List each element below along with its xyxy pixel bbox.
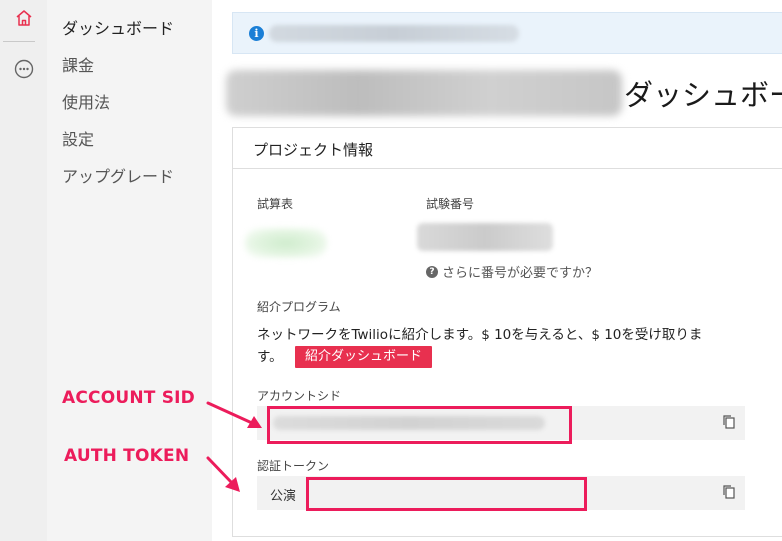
more-button[interactable] [0, 52, 47, 90]
sidebar-item-billing[interactable]: 課金 [62, 52, 94, 76]
account-sid-highlight [267, 406, 572, 444]
project-info-card: プロジェクト情報 試算表 試験番号 ? さらに番号が必要ですか？ 紹介プログラム… [232, 127, 782, 537]
copy-icon[interactable] [721, 484, 737, 500]
more-horizontal-icon [14, 59, 34, 83]
redacted-trial-number [417, 223, 553, 251]
main-content: i ダッシュボー プロジェクト情報 試算表 試験番号 ? さらに番号が必要ですか… [212, 0, 782, 541]
twilio-console: ダッシュボード 課金 使用法 設定 アップグレード i ダッシュボー プロジェク… [0, 0, 782, 541]
trial-number-label: 試験番号 [426, 197, 475, 211]
icon-rail [0, 0, 47, 541]
info-icon: i [249, 26, 264, 41]
account-sid-annotation: ACCOUNT SID [62, 388, 195, 408]
sidebar-item-upgrade[interactable]: アップグレード [62, 163, 174, 187]
sidebar-item-dashboard[interactable]: ダッシュボード [62, 15, 174, 39]
sidebar-item-settings[interactable]: 設定 [62, 126, 94, 150]
account-sid-label: アカウントシド [257, 389, 342, 403]
auth-token-value: 公演 [270, 489, 297, 504]
card-header: プロジェクト情報 [233, 128, 782, 169]
need-more-numbers-text: さらに番号が必要ですか？ [442, 266, 599, 281]
auth-token-label: 認証トークン [257, 459, 330, 473]
info-banner: i [232, 12, 782, 54]
card-title: プロジェクト情報 [253, 141, 374, 159]
page-title: ダッシュボー [624, 78, 782, 112]
trial-label: 試算表 [257, 197, 294, 211]
rail-divider [3, 41, 35, 42]
help-icon: ? [426, 265, 438, 278]
auth-token-annotation: AUTH TOKEN [64, 446, 190, 466]
referral-dashboard-button[interactable]: 紹介ダッシュボード [295, 346, 433, 368]
home-icon [14, 8, 34, 32]
redacted-account-name [226, 70, 622, 116]
home-button[interactable] [0, 0, 47, 40]
copy-icon[interactable] [721, 414, 737, 430]
referral-label: 紹介プログラム [257, 300, 341, 314]
redacted-trial-balance [245, 228, 327, 258]
redacted-banner-text [269, 25, 519, 42]
need-more-numbers-link[interactable]: ? さらに番号が必要ですか？ [426, 262, 598, 281]
sidebar-item-usage[interactable]: 使用法 [62, 89, 110, 113]
auth-token-highlight [306, 477, 587, 511]
